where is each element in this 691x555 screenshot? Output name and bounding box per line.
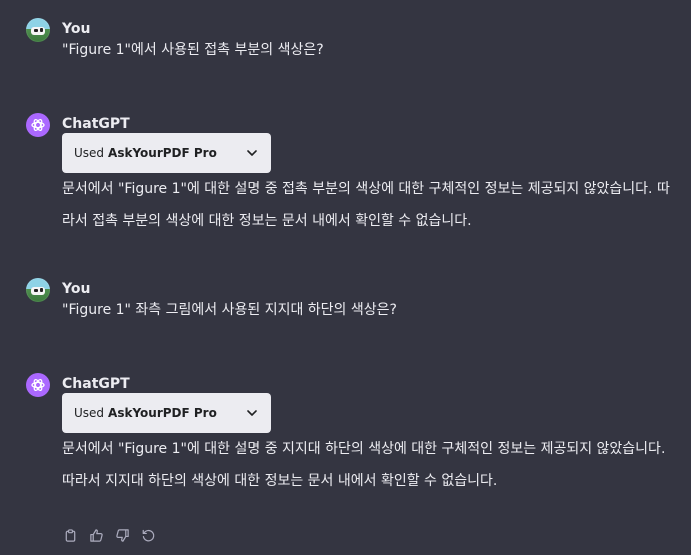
- user-message-1: You "Figure 1"에서 사용된 접촉 부분의 색상은?: [26, 18, 671, 68]
- chevron-down-icon: [247, 150, 257, 156]
- assistant-message-text: 문서에서 "Figure 1"에 대한 설명 중 접촉 부분의 색상에 대한 구…: [62, 181, 670, 229]
- user-avatar: [26, 278, 50, 302]
- message-actions: [62, 527, 156, 543]
- assistant-message-1: ChatGPT Used AskYourPDF Pro 문서에서 "Figure…: [26, 113, 671, 233]
- author-name: ChatGPT: [62, 116, 130, 132]
- author-name: You: [62, 21, 91, 37]
- author-name: You: [62, 281, 91, 297]
- assistant-message-text: 문서에서 "Figure 1"에 대한 설명 중 지지대 하단의 색상에 대한 …: [62, 441, 666, 489]
- openai-logo-icon: [31, 378, 45, 392]
- plugin-name: AskYourPDF Pro: [108, 146, 217, 160]
- copy-icon: [65, 528, 75, 542]
- assistant-message-2: ChatGPT Used AskYourPDF Pro 문서에서 "Figure…: [26, 373, 671, 553]
- plugin-used-label: Used: [74, 406, 105, 420]
- thumbs-down-button[interactable]: [114, 527, 130, 543]
- thumbs-up-icon: [89, 528, 103, 542]
- openai-logo-icon: [31, 118, 45, 132]
- plugin-used-dropdown[interactable]: Used AskYourPDF Pro: [62, 393, 271, 433]
- user-avatar: [26, 18, 50, 42]
- user-message-text: "Figure 1" 좌측 그림에서 사용된 지지대 하단의 색상은?: [62, 302, 397, 318]
- author-name: ChatGPT: [62, 376, 130, 392]
- plugin-used-label: Used: [74, 146, 105, 160]
- thumbs-down-icon: [115, 528, 129, 542]
- regenerate-button[interactable]: [140, 527, 156, 543]
- regenerate-icon: [142, 529, 154, 541]
- plugin-name: AskYourPDF Pro: [108, 406, 217, 420]
- copy-button[interactable]: [62, 527, 78, 543]
- chatgpt-avatar: [26, 113, 50, 137]
- chatgpt-avatar: [26, 373, 50, 397]
- thumbs-up-button[interactable]: [88, 527, 104, 543]
- user-message-2: You "Figure 1" 좌측 그림에서 사용된 지지대 하단의 색상은?: [26, 278, 671, 328]
- chat-thread: You "Figure 1"에서 사용된 접촉 부분의 색상은? ChatGPT…: [0, 0, 691, 555]
- plugin-used-dropdown[interactable]: Used AskYourPDF Pro: [62, 133, 271, 173]
- chevron-down-icon: [247, 410, 257, 416]
- user-message-text: "Figure 1"에서 사용된 접촉 부분의 색상은?: [62, 42, 324, 58]
